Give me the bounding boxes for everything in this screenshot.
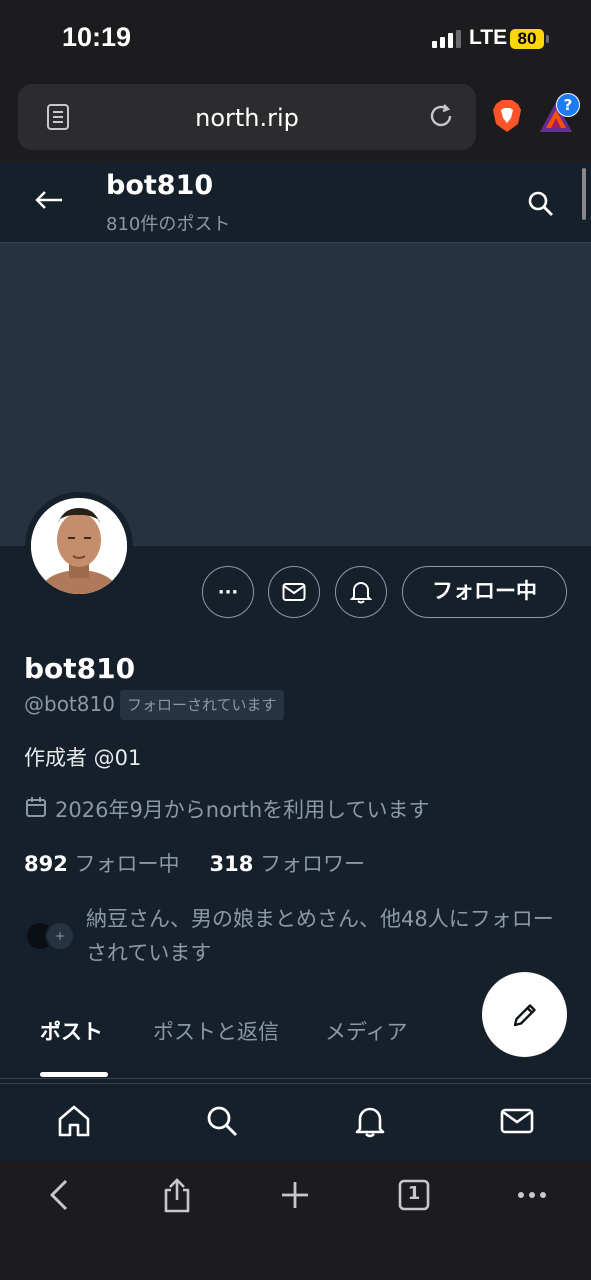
tab-media[interactable]: メディア <box>325 1016 408 1046</box>
browser-back-icon[interactable] <box>42 1177 78 1213</box>
notification-badge: ? <box>556 93 580 117</box>
followed-by-text[interactable]: 納豆さん、男の娘まとめさん、他48人にフォローされています <box>86 902 572 970</box>
tab-count: 1 <box>407 1183 421 1204</box>
messages-icon[interactable] <box>499 1103 535 1139</box>
tab-posts-and-replies[interactable]: ポストと返信 <box>153 1016 279 1046</box>
calendar-icon <box>26 797 46 817</box>
pencil-icon <box>513 1003 536 1026</box>
status-time: 10:19 <box>62 22 132 52</box>
follower-avatar-plus: + <box>45 921 75 951</box>
browser-menu-icon[interactable] <box>514 1177 550 1213</box>
battery-icon: 80 <box>510 29 544 49</box>
scrollbar[interactable] <box>582 168 586 220</box>
network-label: LTE <box>469 26 508 49</box>
follow-stats: 892 フォロー中 318 フォロワー <box>24 848 365 878</box>
avatar[interactable] <box>31 498 127 594</box>
share-icon[interactable] <box>159 1177 195 1213</box>
more-icon: ··· <box>217 581 239 603</box>
search-icon[interactable] <box>527 190 555 218</box>
notify-button[interactable] <box>335 566 387 618</box>
user-handle: @bot810 <box>24 692 115 716</box>
url-text[interactable]: north.rip <box>0 104 494 132</box>
joined-date: 2026年9月からnorthを利用しています <box>55 798 430 822</box>
following-button[interactable]: フォロー中 <box>402 566 567 618</box>
search-nav-icon[interactable] <box>204 1103 240 1139</box>
follows-you-badge: フォローされています <box>120 690 284 720</box>
following-link[interactable]: 892 フォロー中 <box>24 852 180 876</box>
bio: 作成者 @01 <box>24 746 142 770</box>
back-arrow-icon[interactable] <box>34 186 64 214</box>
tabs-button[interactable]: 1 <box>396 1177 432 1213</box>
post-count: 810件のポスト <box>106 214 231 235</box>
home-icon[interactable] <box>56 1103 92 1139</box>
header-title: bot810 <box>106 170 214 201</box>
following-label: フォロー中 <box>74 852 180 876</box>
followers-label: フォロワー <box>260 852 366 876</box>
profile-header <box>0 162 591 243</box>
display-name: bot810 <box>24 652 136 685</box>
new-tab-icon[interactable] <box>277 1177 313 1213</box>
brave-shield-icon[interactable] <box>490 98 524 134</box>
mail-icon <box>282 583 306 601</box>
reload-icon[interactable] <box>426 101 456 131</box>
followers-link[interactable]: 318 フォロワー <box>210 852 366 876</box>
bell-icon <box>350 582 372 604</box>
battery-nub <box>546 35 549 43</box>
notifications-icon[interactable] <box>352 1103 388 1139</box>
compose-button[interactable] <box>482 972 567 1057</box>
signal-icon <box>432 30 462 48</box>
active-tab-indicator <box>40 1072 108 1077</box>
followers-count: 318 <box>209 852 254 876</box>
tab-posts[interactable]: ポスト <box>40 1016 103 1046</box>
message-button[interactable] <box>268 566 320 618</box>
more-options-button[interactable]: ··· <box>202 566 254 618</box>
following-count: 892 <box>24 852 68 876</box>
tabs-divider <box>0 1078 591 1079</box>
